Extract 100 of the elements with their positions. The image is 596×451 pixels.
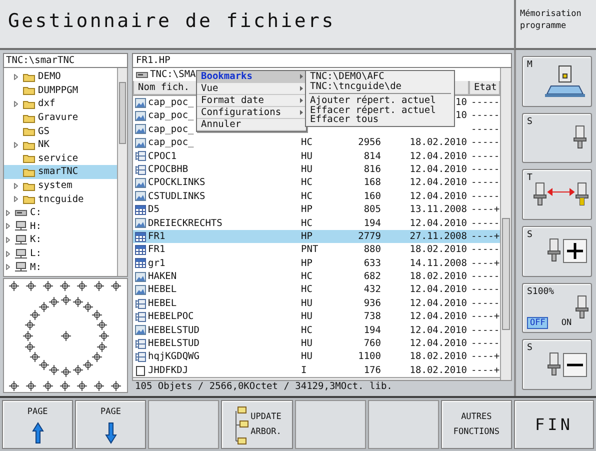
blank-softkey[interactable] bbox=[148, 400, 220, 449]
scrollbar[interactable] bbox=[117, 68, 127, 276]
file-name[interactable]: CPOCKLINKS bbox=[148, 176, 206, 190]
file-date: 12.04.2010 bbox=[410, 190, 467, 202]
file-size: 880 bbox=[364, 244, 381, 256]
file-status: ----+ bbox=[471, 230, 500, 242]
file-status: ----- bbox=[471, 284, 500, 296]
file-name[interactable]: CPOCBHB bbox=[148, 162, 188, 176]
file-name[interactable]: HEBEL bbox=[148, 296, 177, 310]
tree-item[interactable]: H: bbox=[4, 220, 117, 234]
machine-function-key[interactable]: S bbox=[522, 226, 592, 277]
file-name[interactable]: HAKEN bbox=[148, 270, 177, 284]
file-name[interactable]: gr1 bbox=[148, 256, 166, 270]
file-type: HU bbox=[301, 311, 312, 322]
file-status: ----+ bbox=[471, 258, 500, 269]
softkey[interactable]: PAGE bbox=[75, 400, 146, 449]
file-name[interactable]: FR1 bbox=[148, 243, 166, 257]
program-file-icon bbox=[135, 164, 146, 175]
file-name[interactable]: HEBELSTUD bbox=[148, 324, 200, 338]
file-name[interactable]: CPOC1 bbox=[148, 150, 177, 163]
network-drive-icon bbox=[15, 248, 27, 259]
menu-item[interactable]: Effacer répert. actuel bbox=[306, 106, 454, 116]
tree-item[interactable]: smarTNC bbox=[4, 165, 117, 179]
file-status: ----- bbox=[471, 110, 500, 122]
file-size: 814 bbox=[364, 150, 381, 162]
file-status: ----- bbox=[471, 150, 500, 162]
menu-item[interactable]: TNC:\DEMO\AFC bbox=[306, 72, 454, 82]
table-file-icon bbox=[135, 245, 146, 255]
program-file-icon bbox=[135, 298, 146, 309]
softkey[interactable]: PAGE bbox=[2, 400, 74, 449]
machine-function-key[interactable]: S bbox=[522, 112, 592, 164]
path-field[interactable]: TNC:\smarTNC bbox=[3, 53, 128, 68]
file-name[interactable]: HEBELPOC bbox=[148, 310, 194, 324]
tree-item[interactable]: DEMO bbox=[4, 70, 117, 84]
tree-item[interactable]: Gravure bbox=[4, 110, 117, 124]
machine-function-key[interactable]: M bbox=[522, 56, 592, 107]
file-status: ----- bbox=[471, 244, 500, 256]
network-drive-icon bbox=[15, 234, 27, 245]
file-name[interactable]: DREIECKRECHTS bbox=[148, 216, 222, 230]
softkey[interactable]: AUTRES FONCTIONS bbox=[440, 400, 512, 449]
file-size: 633 bbox=[364, 258, 381, 269]
tree-item[interactable]: L: bbox=[4, 246, 117, 260]
softkey[interactable]: UPDATE ARBOR. bbox=[221, 400, 293, 449]
file-size: 682 bbox=[364, 271, 381, 282]
menu-item[interactable]: Ajouter répert. actuel bbox=[306, 96, 454, 106]
machine-function-key[interactable]: S bbox=[522, 339, 592, 390]
menu-item[interactable]: TNC:\tncguide\de bbox=[306, 82, 454, 92]
program-file-icon bbox=[135, 312, 146, 322]
folder-icon bbox=[23, 72, 35, 82]
file-name[interactable]: HEBEL bbox=[148, 283, 177, 297]
image-file-icon bbox=[135, 272, 146, 282]
file-name[interactable]: cap_poc_ bbox=[148, 109, 194, 123]
drive-icon bbox=[136, 70, 148, 80]
file-size: 194 bbox=[364, 218, 381, 229]
tree-item[interactable]: K: bbox=[4, 233, 117, 247]
file-name[interactable]: D5 bbox=[148, 203, 160, 217]
file-date: 12.04.2010 bbox=[410, 218, 467, 229]
file-name[interactable]: HEBELSTUD bbox=[148, 337, 200, 350]
scrollbar[interactable] bbox=[500, 68, 511, 380]
menu-item[interactable]: Bookmarks bbox=[197, 71, 306, 83]
file-name[interactable]: hqjKGDQWG bbox=[148, 350, 200, 364]
tree-item[interactable]: NK bbox=[4, 138, 117, 152]
file-type: HP bbox=[301, 230, 312, 242]
file-date: 12.04.2010 bbox=[410, 324, 467, 336]
tree-item[interactable]: service bbox=[4, 152, 117, 166]
menu-item[interactable]: Effacer tous bbox=[306, 115, 454, 125]
horizontal-scrollbar[interactable] bbox=[133, 377, 500, 380]
tree-item[interactable]: dxf bbox=[4, 97, 117, 111]
tree-item[interactable]: system bbox=[4, 178, 117, 192]
tree-item[interactable]: DUMPPGM bbox=[4, 84, 117, 98]
machine-function-key[interactable]: T bbox=[522, 169, 592, 220]
folder-icon bbox=[23, 166, 35, 177]
file-size: 160 bbox=[364, 190, 381, 202]
file-type: HC bbox=[301, 324, 312, 336]
folder-icon bbox=[23, 140, 35, 150]
machine-function-key[interactable]: S100% OFF ON bbox=[522, 282, 592, 334]
spindle-icon bbox=[574, 295, 589, 322]
tree-item[interactable]: C: bbox=[4, 206, 117, 220]
file-size: 816 bbox=[364, 164, 381, 175]
down-arrow-icon bbox=[104, 422, 117, 444]
file-path-field[interactable]: FR1.HP bbox=[132, 53, 512, 68]
file-type: HC bbox=[301, 271, 312, 282]
file-name[interactable]: JHDFKDJ bbox=[148, 364, 188, 378]
softkey[interactable]: FIN bbox=[514, 400, 594, 449]
file-name[interactable]: cap_poc_ bbox=[148, 96, 194, 110]
file-name[interactable]: CSTUDLINKS bbox=[148, 190, 206, 204]
blank-softkey[interactable] bbox=[368, 400, 439, 449]
file-name[interactable]: cap_poc_ bbox=[148, 136, 194, 150]
image-file-icon bbox=[135, 98, 146, 108]
folder-icon bbox=[23, 126, 35, 136]
filter-path: TNC:\SMA bbox=[150, 68, 196, 81]
tree-item[interactable]: M: bbox=[4, 260, 117, 274]
file-name[interactable]: cap_poc_ bbox=[148, 122, 194, 136]
file-type: HP bbox=[301, 204, 312, 216]
blank-softkey[interactable] bbox=[294, 400, 366, 449]
tree-item[interactable]: GS bbox=[4, 124, 117, 138]
tree-item[interactable]: tncguide bbox=[4, 192, 117, 206]
file-size: 936 bbox=[364, 298, 381, 309]
file-status: ----- bbox=[471, 298, 500, 309]
machine-icon bbox=[543, 64, 587, 98]
